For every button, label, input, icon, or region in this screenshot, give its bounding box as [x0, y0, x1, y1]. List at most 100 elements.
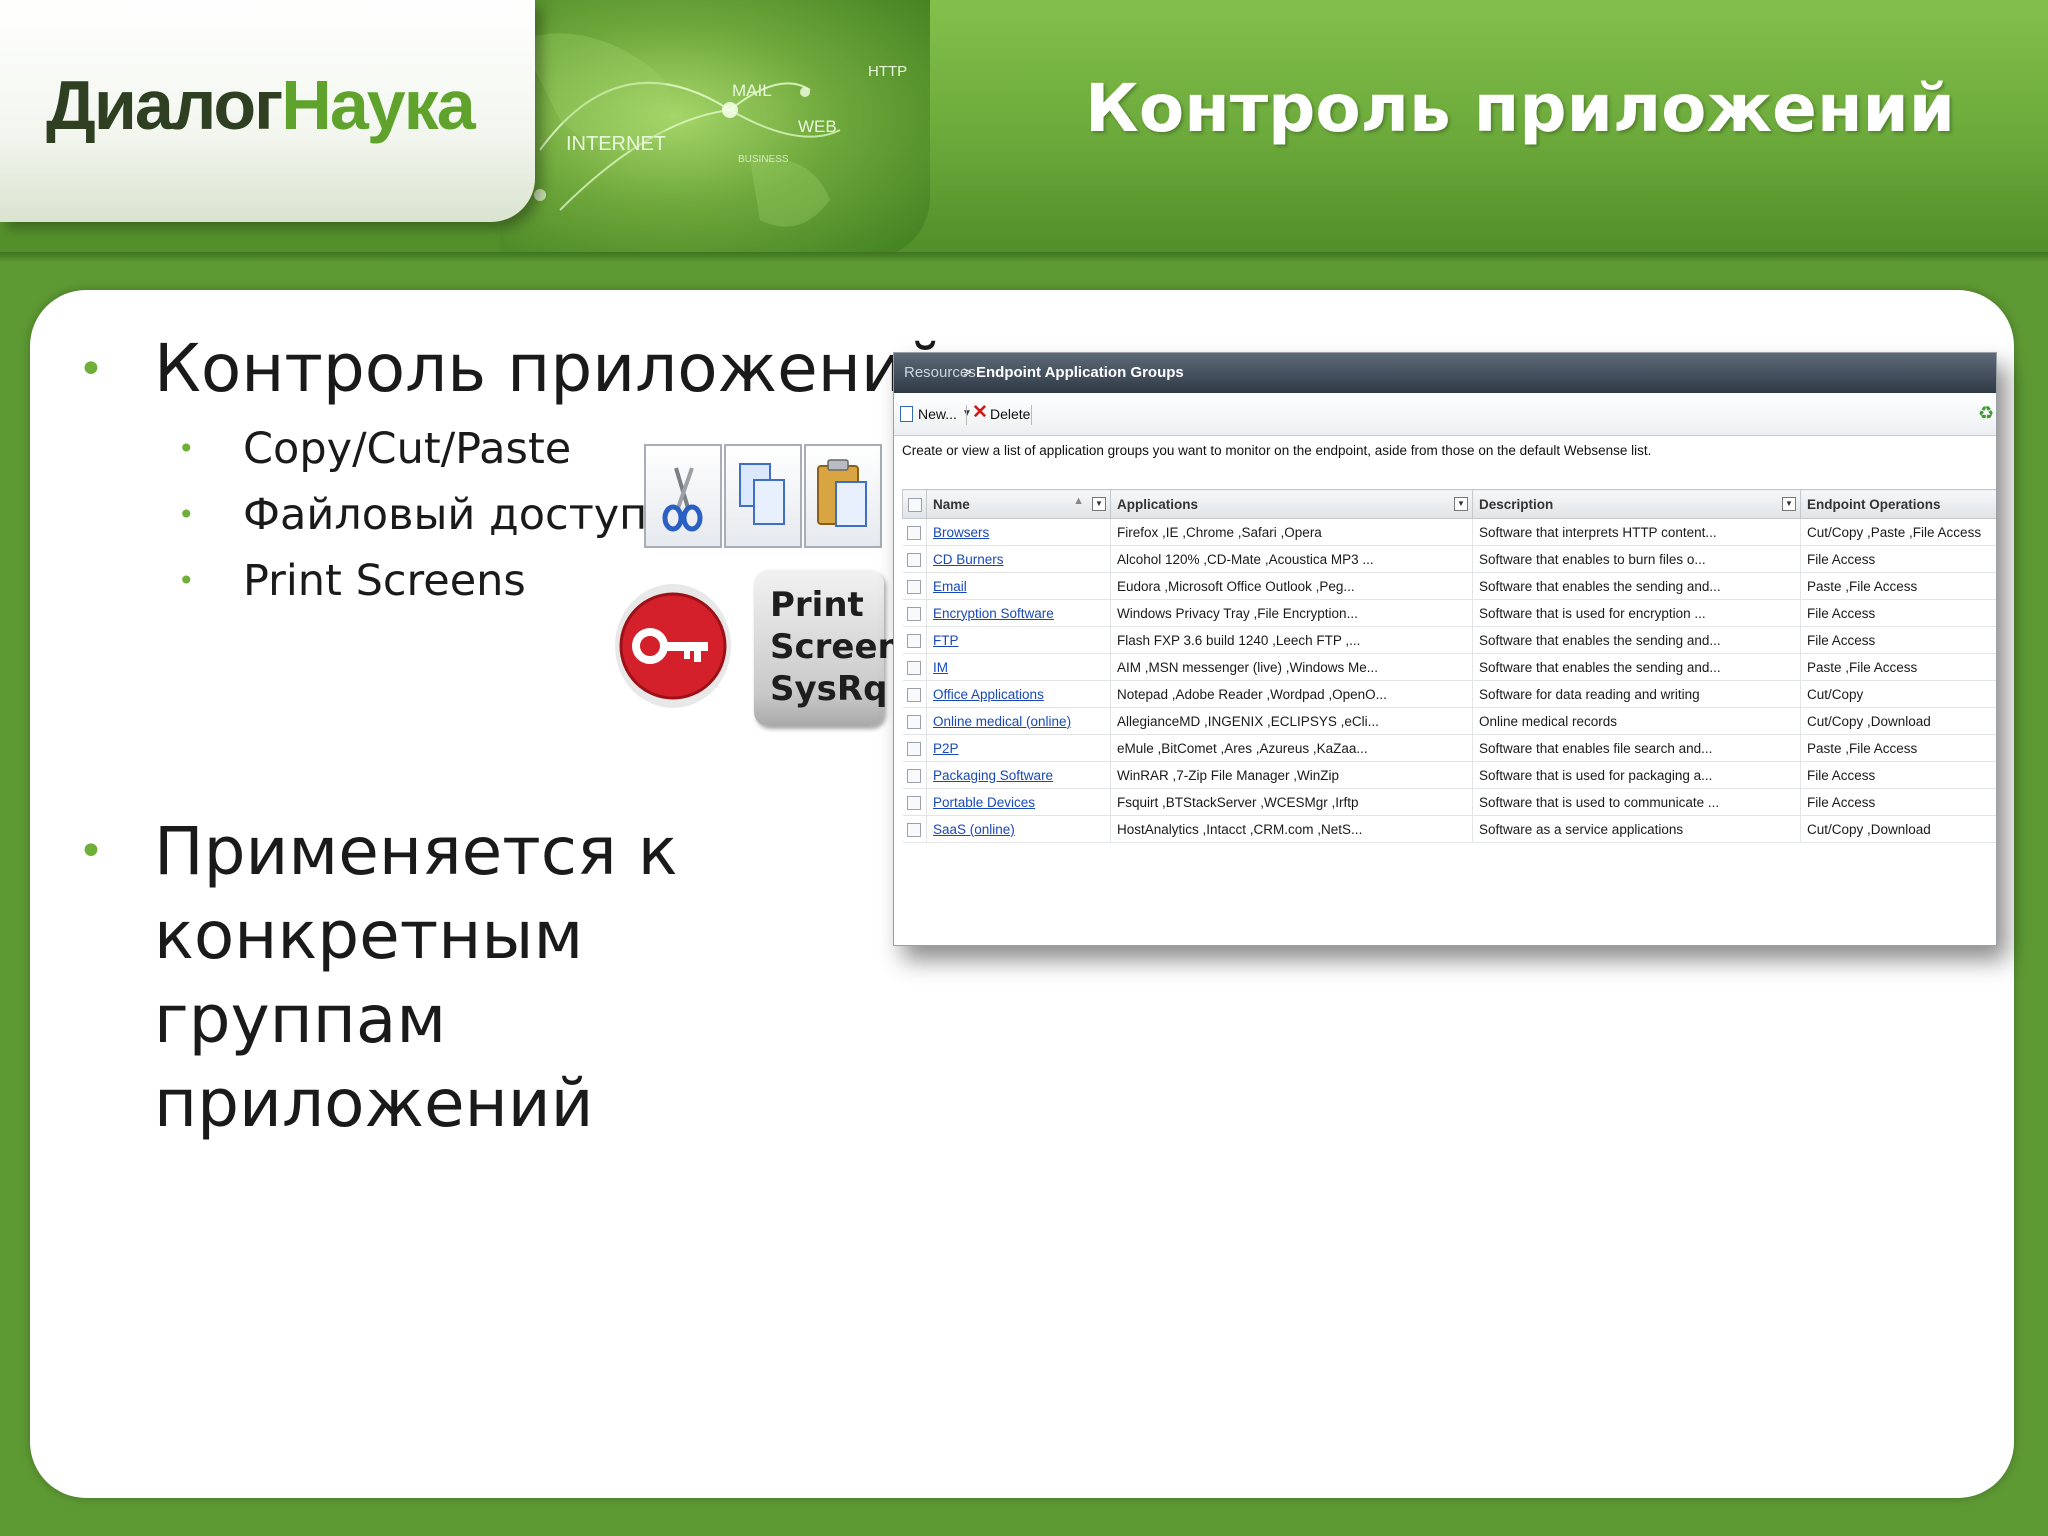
row-name-link[interactable]: Office Applications	[933, 687, 1044, 702]
row-checkbox-cell[interactable]	[902, 680, 927, 708]
row-endpoint-operations-cell: Paste ,File Access	[1800, 734, 1996, 762]
row-checkbox[interactable]	[907, 768, 922, 783]
row-endpoint-operations: Paste ,File Access	[1807, 740, 1918, 756]
table-row[interactable]: IM AIM ,MSN messenger (live) ,Windows Me.…	[902, 653, 1996, 681]
row-description-cell: Software that is used for packaging a...	[1472, 761, 1801, 789]
column-header-name[interactable]: Name ▲ ▼	[926, 489, 1111, 519]
row-description: Software that enables the sending and...	[1479, 659, 1721, 675]
row-checkbox-cell[interactable]	[902, 599, 927, 627]
delete-button-label: Delete	[990, 406, 1031, 422]
row-checkbox-cell[interactable]	[902, 707, 927, 735]
sub-bullet-copy-cut-paste: Copy/Cut/Paste	[243, 424, 572, 474]
new-button[interactable]: New... ▼	[900, 403, 972, 425]
row-name-link-cell[interactable]: Online medical (online)	[926, 707, 1111, 735]
row-checkbox[interactable]	[907, 822, 922, 837]
table-row[interactable]: CD Burners Alcohol 120% ,CD-Mate ,Acousti…	[902, 545, 1996, 573]
row-name-link[interactable]: Encryption Software	[933, 606, 1054, 621]
page-description: Create or view a list of application gro…	[902, 443, 1652, 458]
select-all-checkbox[interactable]	[907, 497, 922, 512]
refresh-icon[interactable]: ♻	[1978, 403, 1994, 424]
row-checkbox[interactable]	[907, 633, 922, 648]
row-description-cell: Software that is used to communicate ...	[1472, 788, 1801, 816]
table-row[interactable]: P2P eMule ,BitComet ,Ares ,Azureus ,KaZaa…	[902, 734, 1996, 762]
copy-icon	[724, 444, 802, 548]
row-name-link[interactable]: Online medical (online)	[933, 714, 1071, 729]
row-name-link-cell[interactable]: SaaS (online)	[926, 815, 1111, 843]
row-checkbox-cell[interactable]	[902, 653, 927, 681]
table-row[interactable]: FTP Flash FXP 3.6 build 1240 ,Leech FTP ,…	[902, 626, 1996, 654]
logo-part-2: Наука	[281, 66, 475, 144]
row-name-link-cell[interactable]: Office Applications	[926, 680, 1111, 708]
sort-ascending-icon[interactable]: ▲	[1073, 495, 1084, 507]
row-checkbox-cell[interactable]	[902, 545, 927, 573]
row-name-link[interactable]: Browsers	[933, 525, 989, 540]
row-checkbox[interactable]	[907, 795, 922, 810]
row-checkbox[interactable]	[907, 687, 922, 702]
row-name-link[interactable]: Packaging Software	[933, 768, 1053, 783]
column-filter-icon[interactable]: ▼	[1092, 497, 1106, 511]
row-name-link-cell[interactable]: IM	[926, 653, 1111, 681]
row-name-link-cell[interactable]: Encryption Software	[926, 599, 1111, 627]
table-row[interactable]: Packaging Software WinRAR ,7-Zip File Man…	[902, 761, 1996, 789]
bullet-applies-to-groups: Применяется к конкретным группам приложе…	[154, 813, 678, 1142]
table-row[interactable]: Encryption Software Windows Privacy Tray …	[902, 599, 1996, 627]
row-name-link[interactable]: IM	[933, 660, 948, 675]
row-description: Software that enables file search and...	[1479, 740, 1713, 756]
row-name-link-cell[interactable]: Email	[926, 572, 1111, 600]
row-name-link[interactable]: P2P	[933, 741, 959, 756]
breadcrumb-separator: >	[963, 364, 972, 381]
row-checkbox[interactable]	[907, 660, 922, 675]
row-checkbox-cell[interactable]	[902, 626, 927, 654]
column-filter-icon[interactable]: ▼	[1454, 497, 1468, 511]
bullet-dot: •	[78, 826, 104, 877]
row-name-link-cell[interactable]: Packaging Software	[926, 761, 1111, 789]
row-checkbox-cell[interactable]	[902, 572, 927, 600]
delete-button[interactable]: ✕ Delete	[972, 402, 1031, 425]
row-checkbox[interactable]	[907, 741, 922, 756]
table-row[interactable]: Browsers Firefox ,IE ,Chrome ,Safari ,Ope…	[902, 518, 1996, 546]
table-row[interactable]: Office Applications Notepad ,Adobe Reader…	[902, 680, 1996, 708]
sub-bullet-file-access: Файловый доступ	[243, 490, 648, 540]
row-applications-cell: eMule ,BitComet ,Ares ,Azureus ,KaZaa...	[1110, 734, 1473, 762]
row-checkbox[interactable]	[907, 552, 922, 567]
sub-bullet-dot: •	[178, 432, 195, 465]
table-row[interactable]: Online medical (online) AllegianceMD ,ING…	[902, 707, 1996, 735]
row-name-link-cell[interactable]: Portable Devices	[926, 788, 1111, 816]
row-checkbox-cell[interactable]	[902, 518, 927, 546]
row-applications-cell: AllegianceMD ,INGENIX ,ECLIPSYS ,eCli...	[1110, 707, 1473, 735]
row-name-link-cell[interactable]: CD Burners	[926, 545, 1111, 573]
row-checkbox[interactable]	[907, 714, 922, 729]
row-checkbox[interactable]	[907, 525, 922, 540]
row-name-link[interactable]: FTP	[933, 633, 959, 648]
column-header-applications[interactable]: Applications ▼	[1110, 489, 1473, 519]
toolbar: New... ▼ ✕ Delete ♻	[894, 393, 1996, 436]
row-checkbox-cell[interactable]	[902, 761, 927, 789]
column-header-endpoint-operations[interactable]: Endpoint Operations	[1800, 489, 1996, 519]
table-row[interactable]: SaaS (online) HostAnalytics ,Intacct ,CRM…	[902, 815, 1996, 843]
row-applications: AllegianceMD ,INGENIX ,ECLIPSYS ,eCli...	[1117, 713, 1379, 729]
row-name-link-cell[interactable]: P2P	[926, 734, 1111, 762]
column-header-description[interactable]: Description ▼	[1472, 489, 1801, 519]
key-icon	[614, 582, 732, 710]
row-endpoint-operations-cell: Cut/Copy ,Paste ,File Access	[1800, 518, 1996, 546]
row-applications-cell: Eudora ,Microsoft Office Outlook ,Peg...	[1110, 572, 1473, 600]
toolbar-divider	[1031, 405, 1032, 425]
row-checkbox-cell[interactable]	[902, 734, 927, 762]
row-checkbox-cell[interactable]	[902, 788, 927, 816]
row-applications-cell: HostAnalytics ,Intacct ,CRM.com ,NetS...	[1110, 815, 1473, 843]
row-name-link[interactable]: Email	[933, 579, 967, 594]
row-name-link[interactable]: CD Burners	[933, 552, 1004, 567]
column-filter-icon[interactable]: ▼	[1782, 497, 1796, 511]
row-checkbox-cell[interactable]	[902, 815, 927, 843]
table-row[interactable]: Portable Devices Fsquirt ,BTStackServer ,…	[902, 788, 1996, 816]
row-name-link-cell[interactable]: FTP	[926, 626, 1111, 654]
row-name-link[interactable]: Portable Devices	[933, 795, 1035, 810]
row-checkbox[interactable]	[907, 579, 922, 594]
table-row[interactable]: Email Eudora ,Microsoft Office Outlook ,P…	[902, 572, 1996, 600]
row-name-link-cell[interactable]: Browsers	[926, 518, 1111, 546]
row-endpoint-operations-cell: Cut/Copy	[1800, 680, 1996, 708]
row-name-link[interactable]: SaaS (online)	[933, 822, 1015, 837]
key-label-sysrq: SysRq	[770, 669, 888, 709]
row-checkbox[interactable]	[907, 606, 922, 621]
select-all-checkbox-cell[interactable]	[902, 489, 927, 519]
